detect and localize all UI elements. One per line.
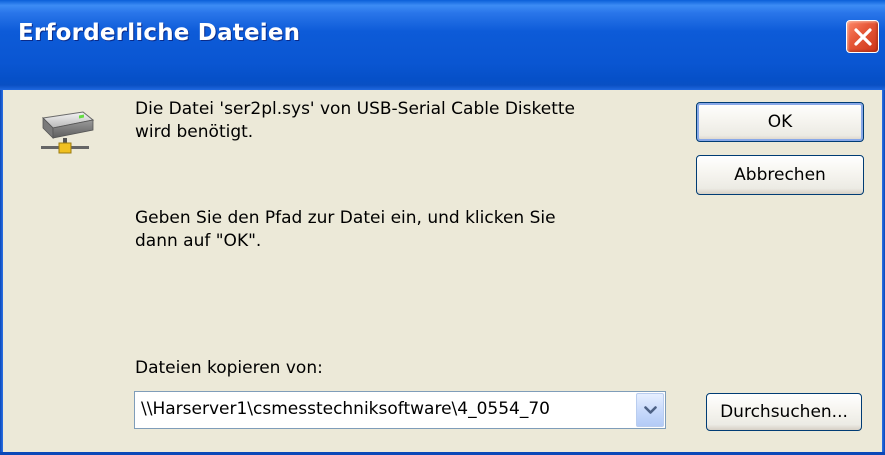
- required-file-message: Die Datei 'ser2pl.sys' von USB-Serial Ca…: [135, 98, 575, 144]
- window-border-left: [0, 90, 3, 455]
- ok-button[interactable]: OK: [696, 102, 864, 142]
- instruction-line-1: Geben Sie den Pfad zur Datei ein, und kl…: [135, 208, 556, 228]
- title-bar-edge: [0, 85, 885, 90]
- cancel-button[interactable]: Abbrechen: [696, 155, 864, 195]
- title-bar[interactable]: Erforderliche Dateien: [0, 0, 885, 90]
- browse-button[interactable]: Durchsuchen...: [706, 393, 862, 431]
- copy-from-path[interactable]: \\Harserver1\csmesstechniksoftware\4_055…: [141, 399, 550, 419]
- message-line-2: wird benötigt.: [135, 122, 254, 142]
- message-line-1: Die Datei 'ser2pl.sys' von USB-Serial Ca…: [135, 99, 575, 119]
- dropdown-button[interactable]: [636, 393, 664, 427]
- instruction-line-2: dann auf "OK".: [135, 231, 262, 251]
- chevron-down-icon: [644, 406, 657, 414]
- copy-from-label: Dateien kopieren von:: [135, 358, 323, 378]
- window-title: Erforderliche Dateien: [18, 20, 301, 46]
- instruction-message: Geben Sie den Pfad zur Datei ein, und kl…: [135, 207, 556, 253]
- close-x-icon: [854, 28, 872, 46]
- network-drive-icon: [41, 111, 95, 154]
- copy-from-combobox[interactable]: \\Harserver1\csmesstechniksoftware\4_055…: [134, 391, 666, 429]
- close-button[interactable]: [846, 20, 879, 53]
- dialog-window: Erforderliche Dateien Die Datei 'ser2pl.…: [0, 0, 885, 455]
